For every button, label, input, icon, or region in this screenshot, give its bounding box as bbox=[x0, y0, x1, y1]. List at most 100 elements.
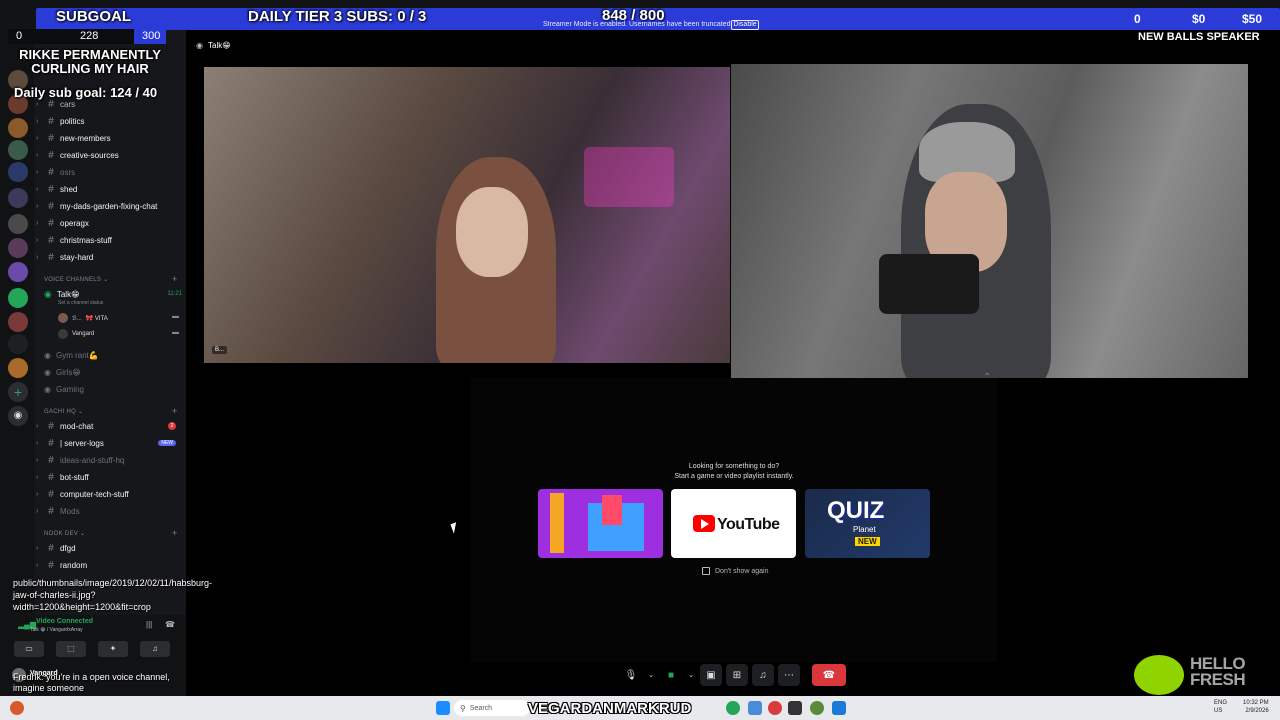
weather-icon[interactable] bbox=[10, 701, 24, 715]
channel-item[interactable]: › # creative-sources bbox=[36, 147, 182, 163]
channel-item[interactable]: › # | server-logs NEW bbox=[36, 435, 182, 451]
add-channel-icon[interactable]: + bbox=[172, 274, 177, 284]
more-button[interactable]: ⋯ bbox=[778, 664, 800, 686]
channel-item[interactable]: › # Mods bbox=[36, 503, 182, 519]
add-channel-icon[interactable]: + bbox=[172, 528, 177, 538]
channel-item[interactable]: › # operagx bbox=[36, 215, 182, 231]
twitch-server-icon[interactable] bbox=[8, 262, 28, 282]
app-icon[interactable] bbox=[748, 701, 762, 715]
voice-timer: 11:21 bbox=[167, 291, 182, 297]
category-gachi-hq[interactable]: GACHI HQ ⌄ bbox=[44, 408, 83, 415]
voice-location[interactable]: Talk 😁 / VangardxArray bbox=[30, 627, 83, 633]
channel-status[interactable]: Set a channel status bbox=[58, 300, 103, 306]
mic-options-button[interactable]: ⌄ bbox=[646, 664, 656, 686]
channel-item[interactable]: › # bot-stuff bbox=[36, 469, 182, 485]
camera-options-button[interactable]: ⌄ bbox=[686, 664, 696, 686]
soundboard-icon: ♫ bbox=[152, 644, 158, 653]
server-icon[interactable] bbox=[8, 188, 28, 208]
video-tile-2[interactable] bbox=[731, 64, 1248, 378]
soundboard-button[interactable]: ♫ bbox=[140, 641, 170, 657]
channel-item[interactable]: › # random bbox=[36, 557, 182, 573]
noise-suppression-icon[interactable]: ||| bbox=[146, 620, 152, 629]
app-icon[interactable] bbox=[810, 701, 824, 715]
hang-up-icon: ☎ bbox=[822, 669, 836, 681]
taskbar-search[interactable]: ⚲ Search bbox=[454, 700, 530, 716]
activity-card-youtube[interactable]: YouTube bbox=[671, 489, 796, 558]
edge-icon[interactable] bbox=[832, 701, 846, 715]
terminal-icon[interactable] bbox=[788, 701, 802, 715]
tile-label: B... bbox=[212, 346, 228, 354]
channel-item[interactable]: › # new-members bbox=[36, 130, 182, 146]
channel-item[interactable]: › # stay-hard bbox=[36, 249, 182, 265]
windows-start-icon[interactable] bbox=[436, 701, 450, 715]
voice-channel[interactable]: ◉ Gaming bbox=[44, 381, 190, 397]
add-channel-icon[interactable]: + bbox=[172, 406, 177, 416]
browser-icon[interactable] bbox=[768, 701, 782, 715]
channel-item[interactable]: › # computer-tech-stuff bbox=[36, 486, 182, 502]
call-title: Talk😁 bbox=[208, 41, 231, 50]
chat-overlay-message: Fredrik: you're in a open voice channel,… bbox=[13, 672, 170, 693]
channel-item[interactable]: › # osrs bbox=[36, 164, 182, 180]
voice-user[interactable]: ℬ... 🎀 VITA bbox=[58, 313, 108, 323]
language-indicator[interactable]: ENG US bbox=[1214, 699, 1234, 715]
activity-card-blocks[interactable] bbox=[538, 489, 663, 558]
channel-label: stay-hard bbox=[60, 252, 94, 262]
add-server-icon[interactable]: + bbox=[8, 382, 28, 402]
channel-item[interactable]: › # politics bbox=[36, 113, 182, 129]
voice-channel[interactable]: ◉ Girls😁 bbox=[44, 364, 190, 380]
mute-button[interactable]: 🎙 bbox=[620, 664, 642, 686]
server-icon[interactable] bbox=[8, 162, 28, 182]
rocket-icon: ✦ bbox=[109, 644, 117, 653]
server-icon[interactable] bbox=[8, 334, 28, 354]
chevron-right-icon: › bbox=[36, 439, 39, 447]
category-label: NOOK DEV bbox=[44, 531, 79, 537]
server-icon[interactable] bbox=[8, 288, 28, 308]
dont-show-again[interactable]: Don't show again bbox=[702, 567, 768, 575]
disconnect-button[interactable]: ☎ bbox=[812, 664, 846, 686]
server-icon[interactable] bbox=[8, 238, 28, 258]
channel-item[interactable]: › # christmas-stuff bbox=[36, 232, 182, 248]
hash-icon: # bbox=[48, 420, 54, 432]
channel-label: cars bbox=[60, 99, 76, 109]
activity-button[interactable]: ✦ bbox=[98, 641, 128, 657]
chevron-right-icon: › bbox=[36, 151, 39, 159]
dont-show-checkbox[interactable] bbox=[702, 567, 710, 575]
camera-toggle-button[interactable]: ■ bbox=[660, 664, 682, 686]
soundboard-button[interactable]: ♫ bbox=[752, 664, 774, 686]
channel-label: bot-stuff bbox=[60, 472, 89, 482]
camera-button[interactable]: ▭ bbox=[14, 641, 44, 657]
spotify-icon[interactable] bbox=[726, 701, 740, 715]
voice-channel[interactable]: ◉ Gym rant💪 bbox=[44, 347, 190, 363]
chevron-right-icon: › bbox=[36, 100, 39, 108]
category-voice-channels[interactable]: Voice Channels ⌄ bbox=[44, 276, 109, 283]
activities-button[interactable]: ⊞ bbox=[726, 664, 748, 686]
hash-icon: # bbox=[48, 251, 54, 263]
disable-streamer-mode-button[interactable]: Disable bbox=[731, 20, 759, 30]
neon-light bbox=[584, 147, 674, 207]
channel-item[interactable]: › # mod-chat 2 bbox=[36, 418, 182, 434]
donation-amount-b: $50 bbox=[1242, 12, 1263, 26]
speaker-icon: ◉ bbox=[44, 367, 51, 377]
video-tile-1[interactable] bbox=[204, 67, 730, 363]
screen-share-button[interactable]: ▣ bbox=[700, 664, 722, 686]
channel-item[interactable]: › # dfgd bbox=[36, 540, 182, 556]
donation-amount-a: $0 bbox=[1192, 12, 1206, 26]
server-icon[interactable] bbox=[8, 140, 28, 160]
server-icon[interactable] bbox=[8, 118, 28, 138]
discover-icon[interactable]: ◉ bbox=[8, 406, 28, 426]
channel-item[interactable]: › # my-dads-garden-fixing-chat bbox=[36, 198, 182, 214]
channel-item[interactable]: › # shed bbox=[36, 181, 182, 197]
voice-user[interactable]: Vangard bbox=[58, 329, 94, 339]
server-icon[interactable] bbox=[8, 312, 28, 332]
category-nook-dev[interactable]: NOOK DEV ⌄ bbox=[44, 530, 85, 537]
disconnect-icon[interactable]: ☎ bbox=[165, 620, 175, 629]
goal-title: NEW BALLS SPEAKER bbox=[1138, 31, 1260, 43]
screen-share-button[interactable]: ⬚ bbox=[56, 641, 86, 657]
activity-card-quiz-planet[interactable]: QUIZ Planet NEW bbox=[805, 489, 930, 558]
channel-item[interactable]: › # ideas-and-stuff-hq bbox=[36, 452, 182, 468]
server-icon[interactable] bbox=[8, 358, 28, 378]
channel-item[interactable]: › # cars bbox=[36, 96, 182, 112]
clock[interactable]: 10:32 PM 2/9/2026 bbox=[1243, 699, 1269, 715]
server-icon[interactable] bbox=[8, 214, 28, 234]
close-icon[interactable]: ⌃ bbox=[983, 372, 991, 383]
